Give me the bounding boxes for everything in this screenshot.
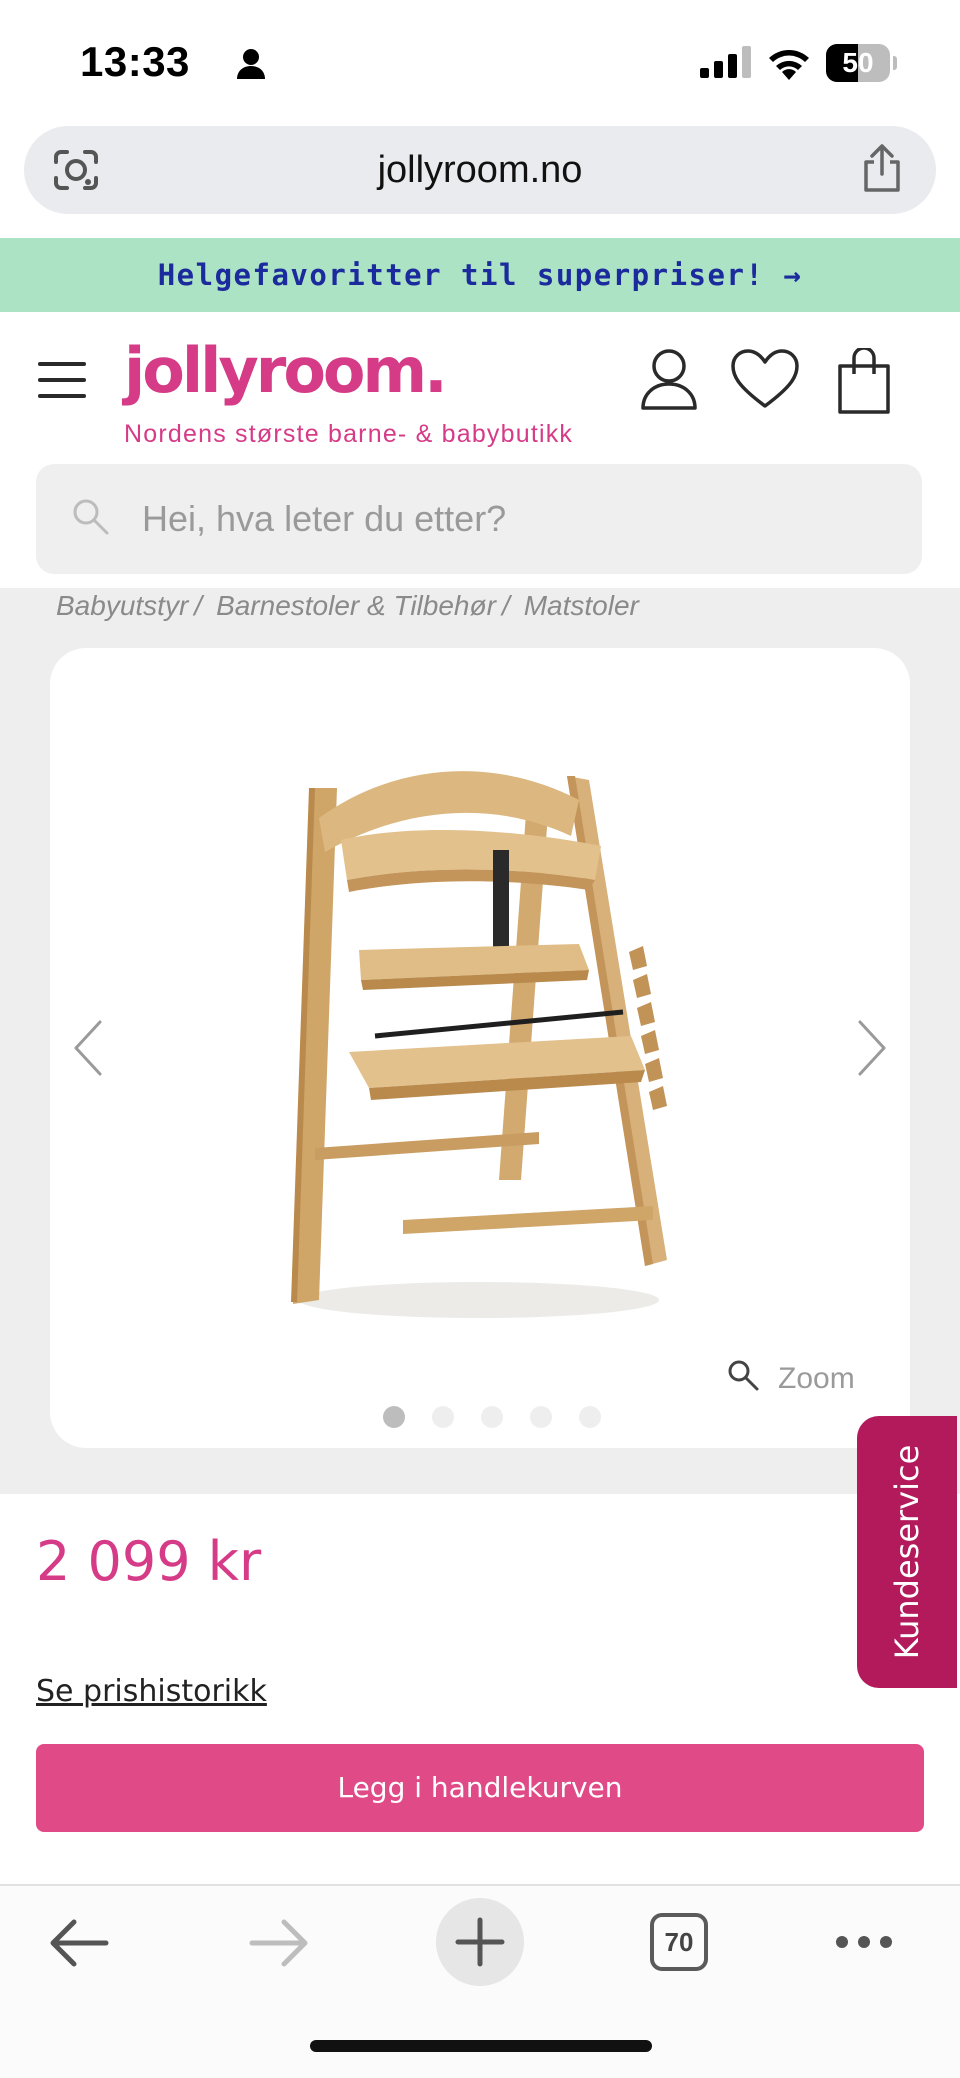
zoom-icon [728, 1360, 759, 1391]
gallery-card: Zoom [50, 648, 910, 1448]
wifi-icon [769, 50, 809, 80]
more-icon[interactable] [834, 1934, 894, 1950]
chevron-right-icon[interactable] [854, 1018, 890, 1078]
zoom-label[interactable]: Zoom [778, 1362, 855, 1396]
price-history-link[interactable]: Se prishistorikk [36, 1674, 267, 1709]
breadcrumb: Babyutstyr / Barnestoler & Tilbehør / Matsto… [56, 588, 639, 624]
bag-icon[interactable] [836, 348, 892, 414]
heart-icon[interactable] [730, 348, 800, 410]
breadcrumb-separator: / [194, 590, 203, 621]
forward-icon[interactable] [248, 1918, 310, 1968]
battery-level: 50 [842, 47, 874, 78]
product-price: 2 099 kr [36, 1530, 262, 1593]
site-header: jollyroom. Nordens største barne- & baby… [0, 312, 960, 588]
share-icon[interactable] [860, 144, 904, 194]
cellular-signal-icon [700, 46, 751, 78]
breadcrumb-barnestoler[interactable]: Barnestoler & Tilbehør [216, 590, 496, 621]
status-time: 13:33 [80, 38, 190, 85]
lens-icon[interactable] [52, 148, 100, 192]
gallery-dot[interactable] [530, 1406, 552, 1428]
logo[interactable]: jollyroom. [124, 334, 448, 407]
search-icon [73, 499, 109, 535]
battery-cap [893, 56, 897, 70]
chevron-left-icon[interactable] [70, 1018, 106, 1078]
gallery-dot[interactable] [383, 1406, 405, 1428]
back-icon[interactable] [48, 1918, 110, 1968]
new-tab-button[interactable] [436, 1898, 524, 1986]
person-icon [237, 49, 265, 79]
customer-service-tab[interactable]: Kundeservice [857, 1416, 957, 1688]
gallery-dot[interactable] [579, 1406, 601, 1428]
address-bar[interactable]: jollyroom.no [24, 126, 936, 214]
search-input[interactable] [142, 464, 882, 574]
status-bar: 13:33 50 [0, 0, 960, 120]
tagline: Nordens største barne- & babybutikk [124, 420, 574, 448]
breadcrumb-babyutstyr[interactable]: Babyutstyr [56, 590, 188, 621]
promo-banner[interactable]: Helgefavoritter til superpriser! → [0, 238, 960, 312]
account-icon[interactable] [640, 348, 698, 410]
gallery-dot[interactable] [481, 1406, 503, 1428]
customer-service-label[interactable]: Kundeservice [888, 1445, 926, 1660]
breadcrumb-matstoler[interactable]: Matstoler [524, 590, 639, 621]
home-indicator[interactable] [310, 2040, 652, 2052]
plus-icon [455, 1917, 505, 1967]
gallery-dot[interactable] [432, 1406, 454, 1428]
add-to-cart-button[interactable]: Legg i handlekurven [36, 1744, 924, 1832]
tabs-icon[interactable]: 70 [650, 1913, 708, 1971]
breadcrumb-separator: / [501, 590, 510, 621]
url-text[interactable]: jollyroom.no [24, 126, 936, 214]
product-image[interactable] [249, 740, 711, 1356]
product-gallery-section: Babyutstyr / Barnestoler & Tilbehør / Matsto… [0, 588, 960, 1494]
menu-icon[interactable] [38, 362, 86, 398]
battery-icon: 50 [826, 44, 890, 82]
search-box[interactable] [36, 464, 922, 574]
